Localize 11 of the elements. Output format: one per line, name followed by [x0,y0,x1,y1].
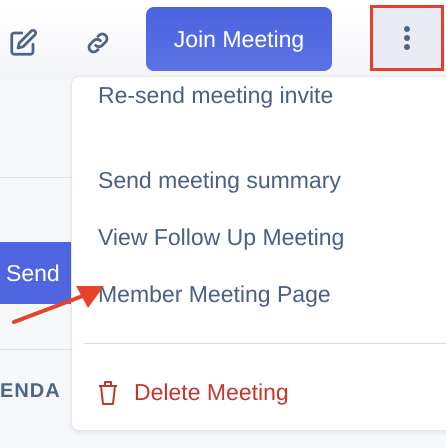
send-button[interactable]: Send [0,242,74,304]
trash-icon [98,380,118,406]
menu-item[interactable]: Send meeting summary [72,152,446,209]
menu-item[interactable]: Member Meeting Page [72,266,446,323]
more-icon [403,25,411,51]
column-label: ENDA [0,380,61,403]
menu-item[interactable]: View Follow Up Meeting [72,209,446,266]
delete-menu-item[interactable]: Delete Meeting [72,364,446,421]
join-meeting-button[interactable]: Join Meeting [146,7,332,71]
edit-icon[interactable] [8,28,38,58]
more-options-button[interactable] [370,5,444,71]
